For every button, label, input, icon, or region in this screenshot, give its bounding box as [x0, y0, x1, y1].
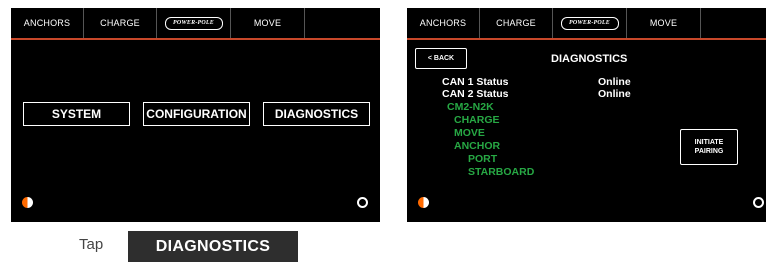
power-pole-logo: POWER-POLE — [560, 16, 619, 30]
pair-label-line1: INITIATE — [694, 139, 724, 146]
top-tab-bar: ANCHORS CHARGE POWER-POLE MOVE — [407, 8, 766, 40]
page-title: DIAGNOSTICS — [551, 53, 628, 65]
settings-gear-icon[interactable] — [357, 197, 368, 208]
device-port: PORT — [468, 153, 498, 165]
system-button[interactable]: SYSTEM — [23, 102, 130, 126]
pair-label-line2: PAIRING — [694, 148, 724, 155]
back-button[interactable]: < BACK — [415, 48, 467, 69]
device-move: MOVE — [454, 127, 485, 139]
tab-empty[interactable] — [305, 8, 380, 38]
tab-move[interactable]: MOVE — [231, 8, 305, 38]
diagnostics-button[interactable]: DIAGNOSTICS — [263, 102, 370, 126]
can2-status-label: CAN 2 Status — [442, 88, 509, 100]
tab-charge[interactable]: CHARGE — [480, 8, 553, 38]
tab-empty[interactable] — [701, 8, 766, 38]
can1-status-label: CAN 1 Status — [442, 76, 509, 88]
contrast-icon[interactable] — [418, 197, 429, 208]
contrast-icon[interactable] — [22, 197, 33, 208]
tab-power-pole-logo[interactable]: POWER-POLE — [157, 8, 231, 38]
device-cm2-n2k: CM2-N2K — [447, 101, 494, 113]
device-charge: CHARGE — [454, 114, 500, 126]
settings-gear-icon[interactable] — [753, 197, 764, 208]
configuration-button[interactable]: CONFIGURATION — [143, 102, 250, 126]
tab-anchors[interactable]: ANCHORS — [11, 8, 84, 38]
top-tab-bar: ANCHORS CHARGE POWER-POLE MOVE — [11, 8, 380, 40]
tab-charge[interactable]: CHARGE — [84, 8, 157, 38]
tab-move[interactable]: MOVE — [627, 8, 701, 38]
tab-power-pole-logo[interactable]: POWER-POLE — [553, 8, 627, 38]
device-starboard: STARBOARD — [468, 166, 535, 178]
diagnostics-screen: ANCHORS CHARGE POWER-POLE MOVE < BACK DI… — [407, 8, 766, 222]
instruction-diagnostics-chip: DIAGNOSTICS — [128, 231, 298, 262]
can2-status-value: Online — [598, 88, 631, 100]
instruction-tap-label: Tap — [79, 236, 104, 253]
main-menu-screen: ANCHORS CHARGE POWER-POLE MOVE SYSTEM CO… — [11, 8, 380, 222]
power-pole-logo: POWER-POLE — [164, 16, 223, 30]
initiate-pairing-button[interactable]: INITIATE PAIRING — [680, 129, 738, 165]
can1-status-value: Online — [598, 76, 631, 88]
tab-anchors[interactable]: ANCHORS — [407, 8, 480, 38]
device-anchor: ANCHOR — [454, 140, 501, 152]
